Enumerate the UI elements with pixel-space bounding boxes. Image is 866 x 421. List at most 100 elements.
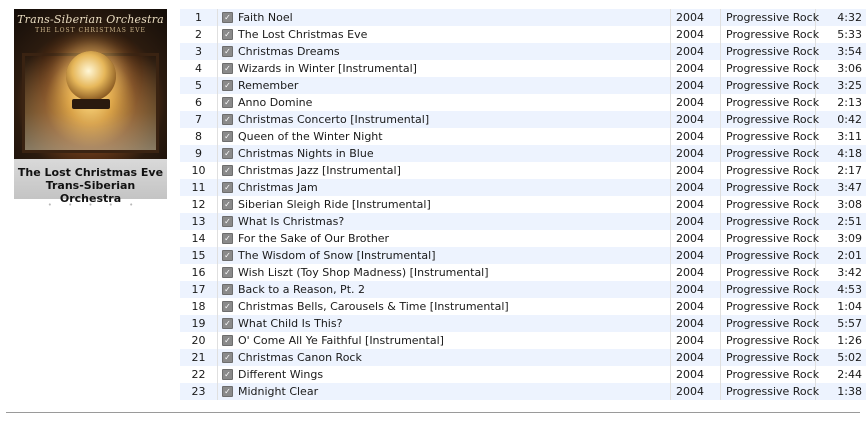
track-time: 3:06 [837, 62, 862, 75]
track-row[interactable]: 15 ✓ The Wisdom of Snow [Instrumental] 2004… [180, 247, 866, 264]
track-time: 3:54 [837, 45, 862, 58]
track-number: 7 [180, 111, 218, 128]
track-time: 4:32 [837, 11, 862, 24]
track-checkbox[interactable]: ✓ [222, 199, 233, 210]
album-artwork[interactable]: Trans-Siberian Orchestra THE LOST CHRIST… [14, 9, 167, 159]
track-row[interactable]: 21 ✓ Christmas Canon Rock 2004 Progressive R… [180, 349, 866, 366]
track-time: 3:09 [837, 232, 862, 245]
track-checkbox-cell: ✓ [218, 196, 237, 213]
track-row[interactable]: 14 ✓ For the Sake of Our Brother 2004 Progre… [180, 230, 866, 247]
track-number: 19 [180, 315, 218, 332]
track-row[interactable]: 5 ✓ Remember 2004 Progressive Rock 3:25 [180, 77, 866, 94]
track-checkbox[interactable]: ✓ [222, 63, 233, 74]
track-row[interactable]: 4 ✓ Wizards in Winter [Instrumental] 2004 Pr… [180, 60, 866, 77]
track-number: 18 [180, 298, 218, 315]
track-list: 1 ✓ Faith Noel 2004 Progressive Rock 4:32 2 ✓ Th… [180, 9, 866, 400]
track-checkbox-cell: ✓ [218, 9, 237, 26]
track-time: 5:57 [837, 317, 862, 330]
track-checkbox[interactable]: ✓ [222, 284, 233, 295]
track-row[interactable]: 12 ✓ Siberian Sleigh Ride [Instrumental] 20… [180, 196, 866, 213]
track-row[interactable]: 20 ✓ O' Come All Ye Faithful [Instrumental… [180, 332, 866, 349]
track-checkbox-cell: ✓ [218, 213, 237, 230]
track-checkbox[interactable]: ✓ [222, 233, 233, 244]
track-genre: Progressive Rock [721, 26, 819, 43]
track-checkbox-cell: ✓ [218, 60, 237, 77]
track-row[interactable]: 10 ✓ Christmas Jazz [Instrumental] 2004 Prog… [180, 162, 866, 179]
track-genre: Progressive Rock [721, 315, 819, 332]
track-name: Christmas Concerto [Instrumental] [237, 111, 671, 128]
track-checkbox[interactable]: ✓ [222, 267, 233, 278]
track-row[interactable]: 19 ✓ What Child Is This? 2004 Progressive Ro… [180, 315, 866, 332]
track-checkbox[interactable]: ✓ [222, 216, 233, 227]
track-genre: Progressive Rock [721, 94, 819, 111]
track-row[interactable]: 22 ✓ Different Wings 2004 Progressive Rock 2:… [180, 366, 866, 383]
track-genre: Progressive Rock [721, 162, 819, 179]
track-name: Back to a Reason, Pt. 2 [237, 281, 671, 298]
track-row[interactable]: 1 ✓ Faith Noel 2004 Progressive Rock 4:32 [180, 9, 866, 26]
track-row[interactable]: 16 ✓ Wish Liszt (Toy Shop Madness) [Instru… [180, 264, 866, 281]
track-row[interactable]: 23 ✓ Midnight Clear 2004 Progressive Rock 1:3… [180, 383, 866, 400]
track-checkbox[interactable]: ✓ [222, 148, 233, 159]
track-name: Anno Domine [237, 94, 671, 111]
track-name: What Child Is This? [237, 315, 671, 332]
track-row[interactable]: 6 ✓ Anno Domine 2004 Progressive Rock 2:13 [180, 94, 866, 111]
album-art-globe-base [72, 99, 110, 109]
album-rating[interactable]: • • • • • [14, 201, 167, 209]
track-checkbox-cell: ✓ [218, 264, 237, 281]
track-checkbox[interactable]: ✓ [222, 97, 233, 108]
track-genre: Progressive Rock [721, 60, 819, 77]
track-row[interactable]: 11 ✓ Christmas Jam 2004 Progressive Rock 3:47 [180, 179, 866, 196]
track-year: 2004 [671, 298, 721, 315]
track-time: 1:26 [837, 334, 862, 347]
track-checkbox[interactable]: ✓ [222, 301, 233, 312]
track-number: 5 [180, 77, 218, 94]
track-row[interactable]: 7 ✓ Christmas Concerto [Instrumental] 2004 P… [180, 111, 866, 128]
track-checkbox[interactable]: ✓ [222, 12, 233, 23]
track-row[interactable]: 8 ✓ Queen of the Winter Night 2004 Progressi… [180, 128, 866, 145]
track-checkbox-cell: ✓ [218, 281, 237, 298]
track-checkbox[interactable]: ✓ [222, 182, 233, 193]
track-time: 2:01 [837, 249, 862, 262]
track-year: 2004 [671, 281, 721, 298]
track-year: 2004 [671, 213, 721, 230]
track-row[interactable]: 13 ✓ What Is Christmas? 2004 Progressive Roc… [180, 213, 866, 230]
track-genre: Progressive Rock [721, 77, 819, 94]
track-name: For the Sake of Our Brother [237, 230, 671, 247]
track-number: 15 [180, 247, 218, 264]
track-year: 2004 [671, 145, 721, 162]
track-year: 2004 [671, 332, 721, 349]
track-checkbox[interactable]: ✓ [222, 369, 233, 380]
track-checkbox-cell: ✓ [218, 26, 237, 43]
track-row[interactable]: 18 ✓ Christmas Bells, Carousels & Time [In… [180, 298, 866, 315]
track-name: Christmas Nights in Blue [237, 145, 671, 162]
track-checkbox[interactable]: ✓ [222, 386, 233, 397]
track-time: 4:18 [837, 147, 862, 160]
track-checkbox[interactable]: ✓ [222, 335, 233, 346]
track-row[interactable]: 3 ✓ Christmas Dreams 2004 Progressive Rock 3:… [180, 43, 866, 60]
track-year: 2004 [671, 264, 721, 281]
track-number: 6 [180, 94, 218, 111]
track-checkbox[interactable]: ✓ [222, 131, 233, 142]
track-genre: Progressive Rock [721, 213, 819, 230]
track-year: 2004 [671, 179, 721, 196]
track-year: 2004 [671, 43, 721, 60]
track-row[interactable]: 9 ✓ Christmas Nights in Blue 2004 Progressiv… [180, 145, 866, 162]
track-checkbox-cell: ✓ [218, 145, 237, 162]
track-row[interactable]: 2 ✓ The Lost Christmas Eve 2004 Progressive … [180, 26, 866, 43]
track-checkbox[interactable]: ✓ [222, 318, 233, 329]
track-time: 1:38 [837, 385, 862, 398]
track-genre: Progressive Rock [721, 111, 819, 128]
track-checkbox[interactable]: ✓ [222, 250, 233, 261]
track-checkbox-cell: ✓ [218, 43, 237, 60]
track-name: Wizards in Winter [Instrumental] [237, 60, 671, 77]
track-checkbox[interactable]: ✓ [222, 80, 233, 91]
track-checkbox[interactable]: ✓ [222, 114, 233, 125]
track-row[interactable]: 17 ✓ Back to a Reason, Pt. 2 2004 Progressiv… [180, 281, 866, 298]
track-checkbox[interactable]: ✓ [222, 46, 233, 57]
track-number: 16 [180, 264, 218, 281]
track-checkbox[interactable]: ✓ [222, 352, 233, 363]
track-year: 2004 [671, 366, 721, 383]
track-checkbox[interactable]: ✓ [222, 165, 233, 176]
track-checkbox[interactable]: ✓ [222, 29, 233, 40]
album-art-album-text: THE LOST CHRISTMAS EVE [35, 27, 146, 34]
